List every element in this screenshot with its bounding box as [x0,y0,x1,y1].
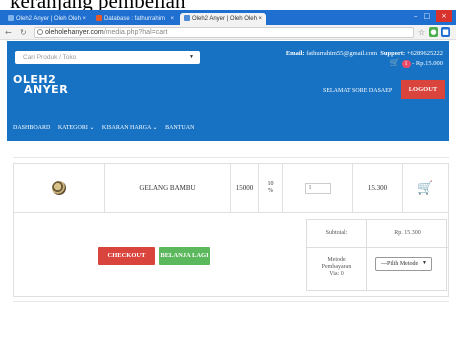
browser-tab-bar: Oleh2 Anyer | Oleh Oleh × Database : fat… [0,10,456,25]
payment-label-line: Metode [327,257,346,263]
menu-item-kisaran-harga[interactable]: KISARAN HARGA ⌄ [102,125,158,131]
info-icon [37,29,43,35]
dropdown-caret-icon[interactable]: ▼ [189,51,194,64]
reload-icon[interactable]: ↻ [20,27,27,38]
cart-summary[interactable]: 🛒 1 - Rp.15.000 [390,58,443,68]
payment-method-label: Metode Pembayaran Via: 0 [307,248,367,290]
quantity-cell: 1 [283,164,353,212]
contact-info: Email: fathurrahim55@gmail.com Support: … [286,50,443,57]
order-summary: Subtotal: Rp. 15.300 Metode Pembayaran V… [306,219,448,291]
site-logo[interactable]: OLEH2 ANYER [13,74,69,96]
payment-method-cell: ---Pilih Metode ▼ [367,248,448,290]
product-name: GELANG BAMBU [105,164,231,212]
product-image-cell [14,164,105,212]
url-path: /media.php?hal=cart [103,29,168,36]
extension-icon[interactable]: ■ [441,27,450,37]
site-header: Cari Produk / Toko ▼ Email: fathurrahim5… [7,41,449,141]
close-icon[interactable]: × [170,13,174,25]
greeting-text: SELAMAT SORE DASAEP [323,88,393,94]
summary-row-subtotal: Subtotal: Rp. 15.300 [307,220,448,248]
remove-item-cell: 🛒 [403,164,448,212]
payment-select-value: ---Pilih Metode [381,261,419,267]
cart-remove-icon[interactable]: 🛒 [417,181,433,196]
chevron-down-icon: ▼ [422,261,427,266]
main-menu: DASHBOARD KATEGORI ⌄ KISARAN HARGA ⌄ BAN… [13,124,200,131]
item-subtotal: 15.300 [353,164,403,212]
browser-tab-1[interactable]: Oleh2 Anyer | Oleh Oleh × [4,13,90,25]
menu-item-kategori[interactable]: KATEGORI ⌄ [58,125,95,131]
discount-value: 10 [267,181,274,187]
cart-icon[interactable]: 🛒 [390,58,400,67]
subtotal-value: Rp. 15.300 [394,230,421,236]
subtotal-label: Subtotal: [307,220,367,247]
checkout-button[interactable]: CHECKOUT [98,247,155,265]
divider [13,157,449,158]
product-discount: 10 % [259,164,283,212]
cart-count-badge: 1 [401,60,411,68]
logout-button[interactable]: LOGOUT [401,80,445,99]
tab-label: Oleh2 Anyer | Oleh Oleh [192,16,257,22]
url-input[interactable]: oleholehanyer.com/media.php?hal=cart [34,27,414,38]
maximize-icon[interactable]: □ [424,12,437,20]
close-icon[interactable]: × [258,13,262,25]
product-thumbnail[interactable] [52,181,66,195]
support-label: Support: [380,50,406,57]
address-bar: ← ↻ oleholehanyer.com/media.php?hal=cart… [0,25,456,40]
minimize-icon[interactable]: – [414,12,424,20]
cart-total: - Rp.15.000 [412,60,443,67]
tab-favicon-icon [96,15,102,21]
url-host: oleholehanyer.com [45,29,104,36]
window-close-icon[interactable]: × [436,10,452,22]
tab-label: Database : fathurrahim [104,16,166,22]
search-input[interactable]: Cari Produk / Toko ▼ [15,51,200,64]
continue-shopping-button[interactable]: BELANJA LAGI [159,247,210,265]
payment-label-line: Via: 0 [329,271,344,277]
support-number: +6289625222 [406,50,443,57]
tab-label: Oleh2 Anyer | Oleh Oleh [16,16,81,22]
logo-line-2: ANYER [24,83,69,96]
search-placeholder: Cari Produk / Toko [23,54,77,61]
email-link[interactable]: fathurrahim55@gmail.com [306,50,377,57]
cart-footer: CHECKOUT BELANJA LAGI Subtotal: Rp. 15.3… [13,213,449,297]
window-controls: –□ × [414,10,452,22]
browser-tab-3[interactable]: Oleh2 Anyer | Oleh Oleh × [180,13,266,25]
back-icon[interactable]: ← [5,27,12,38]
summary-row-payment: Metode Pembayaran Via: 0 ---Pilih Metode… [307,248,448,290]
payment-method-select[interactable]: ---Pilih Metode ▼ [375,257,432,271]
divider [13,301,449,302]
tab-favicon-icon [184,15,190,21]
close-icon[interactable]: × [82,13,86,25]
table-row: GELANG BAMBU 15000 10 % 1 15.300 🛒 [13,163,449,213]
extension-icon[interactable]: ● [429,27,438,37]
menu-item-bantuan[interactable]: BANTUAN [165,125,194,131]
star-icon[interactable]: ☆ [418,27,425,38]
tab-favicon-icon [8,15,14,21]
menu-item-dashboard[interactable]: DASHBOARD [13,125,50,131]
quantity-input[interactable]: 1 [304,182,331,194]
discount-unit: % [268,188,273,194]
payment-label-line: Pembayaran [321,264,352,270]
browser-tab-2[interactable]: Database : fathurrahim × [92,13,178,25]
product-price: 15000 [231,164,259,212]
email-label: Email: [285,50,305,57]
